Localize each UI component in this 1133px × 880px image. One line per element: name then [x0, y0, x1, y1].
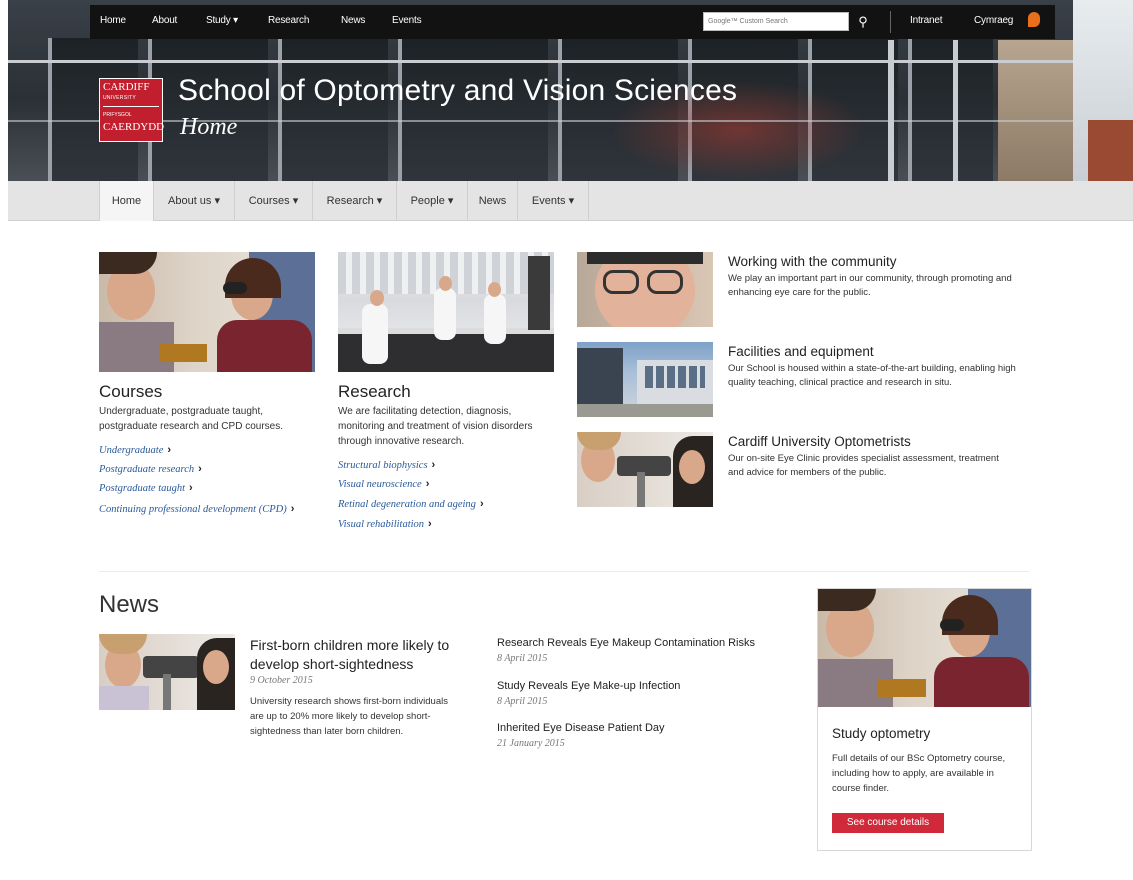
courses-heading[interactable]: Courses [99, 382, 162, 402]
subnav-courses[interactable]: Courses ▾ [235, 181, 313, 221]
news-lead-headline[interactable]: First-born children more likely to devel… [250, 636, 478, 674]
logo-text: UNIVERSITY [103, 95, 137, 101]
subnav-home[interactable]: Home [99, 181, 154, 221]
subnav-news[interactable]: News [468, 181, 518, 221]
face [679, 450, 705, 484]
study-optometry-image[interactable] [818, 589, 1031, 707]
topnav-news[interactable]: News [341, 15, 365, 26]
topnav-home[interactable]: Home [100, 15, 126, 26]
section-divider [99, 571, 1029, 572]
link-undergraduate[interactable]: Undergraduate › [99, 443, 171, 458]
community-image[interactable] [577, 252, 713, 327]
pillar [953, 40, 958, 181]
news-item-link[interactable]: Study Reveals Eye Make-up Infection [497, 680, 680, 692]
topnav-about[interactable]: About [152, 15, 177, 26]
link-retinal-degeneration[interactable]: Retinal degeneration and ageing › [338, 497, 484, 512]
page-title: Home [180, 114, 238, 140]
search-input[interactable]: Google™ Custom Search [703, 12, 849, 31]
brick-wall [1088, 120, 1133, 181]
topnav-study[interactable]: Study ▾ [206, 15, 238, 26]
news-item-date: 8 April 2015 [497, 696, 548, 707]
section-navigation: Home About us ▾ Courses ▾ Research ▾ Peo… [8, 181, 1133, 221]
community-heading[interactable]: Working with the community [728, 254, 897, 269]
link-cpd[interactable]: Continuing professional development (CPD… [99, 502, 299, 517]
face [439, 276, 452, 291]
window-beam [8, 120, 1133, 122]
intranet-link[interactable]: Intranet [910, 15, 943, 26]
news-lead-summary: University research shows first-born ind… [250, 696, 448, 737]
subnav-events[interactable]: Events ▾ [518, 181, 589, 221]
subnav-people[interactable]: People ▾ [397, 181, 468, 221]
divider [890, 11, 891, 33]
link-visual-rehabilitation[interactable]: Visual rehabilitation › [338, 517, 432, 532]
search-icon[interactable]: ⚲ [852, 12, 874, 32]
optometrists-description: Our on-site Eye Clinic provides speciali… [728, 453, 999, 478]
window-beam [8, 60, 1133, 63]
subnav-about-us[interactable]: About us ▾ [154, 181, 235, 221]
speech-bubble-icon [1028, 12, 1040, 27]
research-heading[interactable]: Research [338, 382, 411, 402]
link-postgraduate-research[interactable]: Postgraduate research › [99, 462, 202, 477]
topnav-events[interactable]: Events [392, 15, 422, 26]
research-image[interactable] [338, 252, 554, 372]
face [370, 290, 384, 306]
logo-text: CARDIFF [103, 81, 150, 93]
top-navigation-bar: Home About Study ▾ Research News Events … [90, 5, 1055, 39]
logo-divider [103, 106, 159, 107]
link-visual-neuroscience[interactable]: Visual neuroscience › [338, 477, 429, 492]
news-heading[interactable]: News [99, 591, 159, 619]
pillar [888, 40, 894, 181]
research-description: We are facilitating detection, diagnosis… [338, 406, 533, 447]
community-description: We play an important part in our communi… [728, 273, 1012, 298]
logo-text: CAERDYDD [103, 121, 165, 133]
news-lead-image[interactable] [99, 634, 235, 710]
facilities-heading[interactable]: Facilities and equipment [728, 344, 874, 359]
see-course-details-button[interactable]: See course details [832, 813, 944, 833]
optometrists-heading[interactable]: Cardiff University Optometrists [728, 434, 911, 449]
courses-description: Undergraduate, postgraduate taught, post… [99, 406, 283, 432]
link-structural-biophysics[interactable]: Structural biophysics › [338, 458, 435, 473]
study-optometry-description: Full details of our BSc Optometry course… [832, 753, 1006, 794]
face [203, 650, 229, 684]
courses-image[interactable] [99, 252, 315, 372]
news-item-link[interactable]: Research Reveals Eye Makeup Contaminatio… [497, 637, 755, 649]
logo-text: PRIFYSGOL [103, 112, 132, 118]
study-optometry-heading[interactable]: Study optometry [832, 726, 930, 741]
news-item-date: 8 April 2015 [497, 653, 548, 664]
news-item-link[interactable]: Inherited Eye Disease Patient Day [497, 722, 665, 734]
facilities-description: Our School is housed within a state-of-t… [728, 363, 1016, 388]
news-item-date: 21 January 2015 [497, 738, 565, 749]
link-postgraduate-taught[interactable]: Postgraduate taught › [99, 481, 193, 496]
site-title[interactable]: School of Optometry and Vision Sciences [178, 74, 737, 108]
news-lead-date: 9 October 2015 [250, 675, 313, 686]
topnav-research[interactable]: Research [268, 15, 309, 26]
face [488, 282, 501, 297]
subnav-research[interactable]: Research ▾ [313, 181, 397, 221]
welsh-language-link[interactable]: Cymraeg [974, 15, 1013, 26]
university-logo[interactable]: CARDIFF UNIVERSITY PRIFYSGOL CAERDYDD [99, 78, 165, 142]
optometrists-image[interactable] [577, 432, 713, 507]
facilities-image[interactable] [577, 342, 713, 417]
